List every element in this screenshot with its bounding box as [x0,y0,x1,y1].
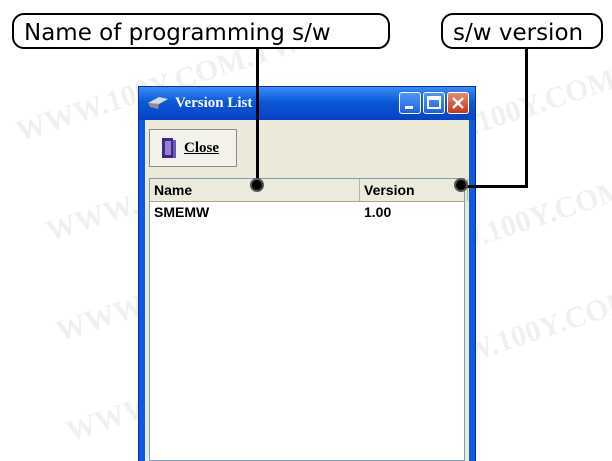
door-exit-icon [162,138,176,158]
close-window-button[interactable] [447,92,469,114]
title-bar[interactable]: Version List [139,87,475,120]
maximize-icon [427,96,441,109]
version-list-window: Version List Close Name Version SMEMW 1.… [138,86,476,461]
callout-marker-version [454,178,468,192]
column-header-version[interactable]: Version [360,179,468,201]
list-header: Name Version [150,179,468,202]
callout-leader-version [525,48,528,188]
close-icon [452,97,464,109]
cell-version: 1.00 [364,204,392,220]
callout-leader-name [256,48,259,182]
maximize-button[interactable] [423,92,445,114]
version-list-view[interactable]: Name Version SMEMW 1.00 [149,178,468,461]
minimize-icon [405,106,413,109]
app-icon [148,97,168,109]
close-button[interactable]: Close [149,129,237,167]
window-title: Version List [175,95,253,111]
window-client-area: Close Name Version SMEMW 1.00 [145,120,469,461]
close-button-label: Close [184,139,219,156]
minimize-button[interactable] [399,92,421,114]
callout-marker-name [250,178,264,192]
callout-version-label: s/w version [441,13,603,49]
callout-leader-version-horizontal [462,185,528,188]
callout-name-label: Name of programming s/w [12,13,390,49]
cell-name: SMEMW [154,204,210,220]
